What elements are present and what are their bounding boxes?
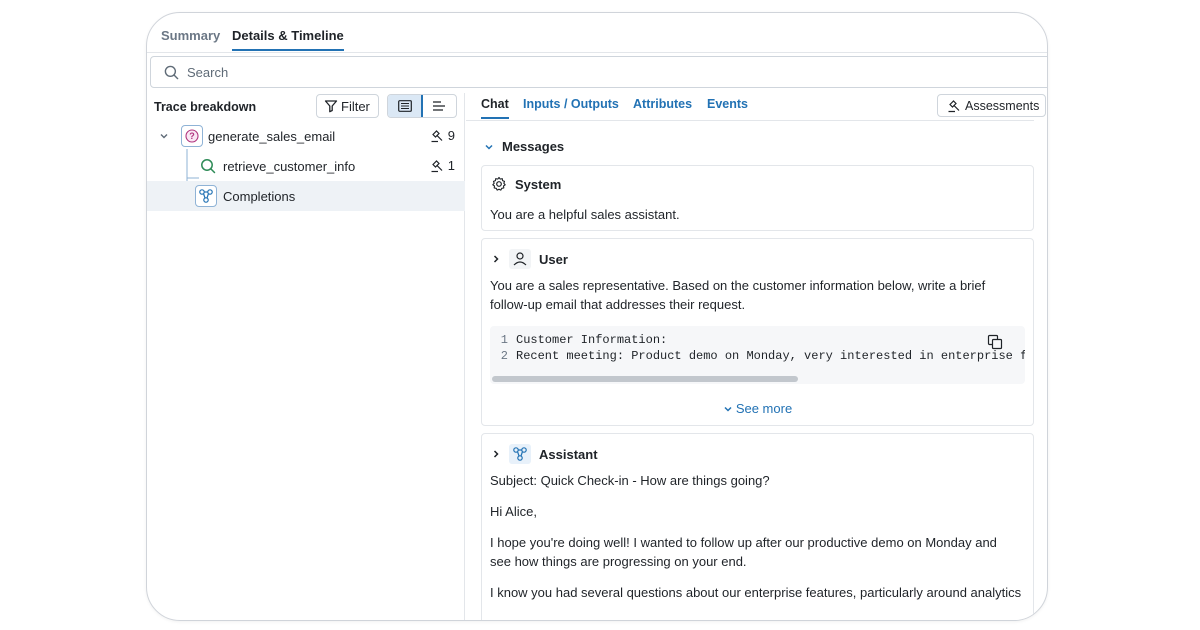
tree-node-retrieve-customer-info[interactable]: retrieve_customer_info 1 [147, 151, 465, 181]
user-message-card: User You are a sales representative. Bas… [481, 238, 1034, 426]
gavel-icon [431, 129, 443, 142]
search-icon [164, 65, 179, 80]
question-icon: ? [181, 125, 203, 147]
gavel-icon [948, 99, 960, 112]
gavel-icon [431, 159, 443, 172]
chevron-right-icon[interactable] [491, 449, 501, 459]
assistant-paragraph: Subject: Quick Check-in - How are things… [490, 473, 770, 488]
user-message-header: User [491, 249, 568, 269]
chevron-down-icon [485, 144, 493, 150]
tab-summary[interactable]: Summary [161, 28, 220, 43]
system-message-card: System You are a helpful sales assistant… [481, 165, 1034, 231]
see-more-link[interactable]: See more [482, 401, 1033, 416]
code-text: Customer Information: [516, 333, 668, 347]
line-number: 1 [500, 333, 508, 347]
code-text: Recent meeting: Product demo on Monday, … [516, 349, 1025, 363]
completions-icon [195, 185, 217, 207]
assistant-icon [509, 444, 531, 464]
tree-node-label: Completions [223, 189, 296, 204]
search-icon [197, 155, 219, 177]
app-window: Summary Details & Timeline Trace breakdo… [146, 12, 1048, 621]
system-role-label: System [515, 176, 562, 192]
tree-node-label: generate_sales_email [208, 129, 336, 144]
assessment-count: 9 [447, 128, 455, 143]
copy-icon[interactable] [987, 334, 1003, 350]
messages-title: Messages [502, 139, 565, 154]
assistant-message-card: Assistant Subject: Quick Check-in - How … [481, 433, 1034, 620]
assessment-count-badge: 1 [430, 158, 455, 173]
detail-panel: Chat Inputs / Outputs Attributes Events … [466, 93, 1047, 620]
tree-node-label: retrieve_customer_info [223, 159, 356, 174]
chevron-down-icon[interactable] [159, 131, 169, 141]
user-role-label: User [539, 251, 568, 267]
system-message-header: System [491, 176, 561, 192]
system-message-text: You are a helpful sales assistant. [490, 207, 680, 222]
messages-section-toggle[interactable]: Messages [484, 139, 564, 154]
search-bar [150, 56, 1047, 88]
assistant-paragraph: I know you had several questions about o… [490, 585, 1022, 600]
assessment-count-badge: 9 [430, 128, 455, 143]
tab-details-timeline[interactable]: Details & Timeline [232, 28, 344, 51]
tab-attributes[interactable]: Attributes [633, 97, 692, 111]
assistant-paragraph: I hope you're doing well! I wanted to fo… [490, 535, 997, 569]
assessment-count: 1 [447, 158, 455, 173]
line-number: 2 [500, 349, 508, 363]
assessments-button[interactable]: Assessments [937, 94, 1046, 117]
svg-text:?: ? [189, 131, 195, 141]
tree-node-generate-sales-email[interactable]: ? generate_sales_email 9 [147, 121, 465, 151]
tab-chat[interactable]: Chat [481, 97, 509, 119]
top-tabs: Summary Details & Timeline [147, 13, 1047, 53]
see-more-label: See more [735, 401, 793, 416]
chevron-down-icon [724, 406, 732, 412]
assistant-paragraph: Hi Alice, [490, 504, 537, 519]
chevron-right-icon[interactable] [491, 254, 501, 264]
user-icon [509, 249, 531, 269]
assistant-role-label: Assistant [539, 446, 598, 462]
search-input[interactable] [187, 62, 787, 82]
assistant-message-header: Assistant [491, 444, 598, 464]
code-line: 1 Customer Information: [490, 333, 667, 349]
gear-icon [492, 176, 506, 191]
tab-events[interactable]: Events [707, 97, 748, 111]
tab-inputs-outputs[interactable]: Inputs / Outputs [523, 97, 619, 111]
user-message-text: You are a sales representative. Based on… [490, 278, 986, 312]
trace-panel: Trace breakdown Filter ? generate_sales_… [147, 93, 465, 620]
code-block: 1 Customer Information: 2 Recent meeting: … [490, 326, 1025, 384]
code-line: 2 Recent meeting: Product demo on Monday,… [490, 349, 1025, 365]
assessments-label: Assessments [965, 98, 1040, 113]
horizontal-scrollbar[interactable] [492, 376, 798, 382]
tree-node-completions[interactable]: Completions [147, 181, 465, 211]
